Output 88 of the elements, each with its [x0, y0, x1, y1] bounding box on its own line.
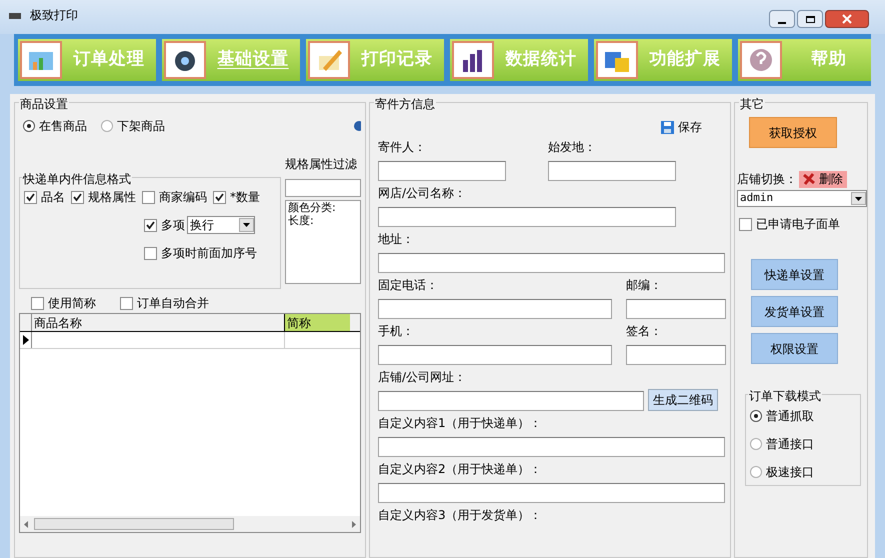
settings-button[interactable]: 发货单设置	[751, 296, 838, 327]
maximize-button[interactable]	[797, 10, 823, 28]
filter-text-area[interactable]: 颜色分类: 长度:	[285, 200, 361, 284]
field-label: 网店/公司名称：	[378, 185, 468, 202]
close-icon	[842, 14, 852, 24]
input-field[interactable]	[378, 207, 676, 227]
filter-label: 规格属性过滤	[285, 156, 358, 173]
check-icon	[26, 192, 35, 202]
window-title: 极致打印	[30, 7, 78, 24]
shop-switch-label: 店铺切换：	[737, 171, 797, 188]
radio-button[interactable]	[101, 120, 113, 132]
check-icon	[73, 192, 82, 202]
header-filler	[350, 314, 360, 331]
group-title: 订单下载模式	[748, 387, 822, 405]
checkbox-label: 品名	[41, 189, 65, 206]
checkbox[interactable]	[24, 190, 37, 204]
group-title: 快递单内件信息格式	[22, 170, 132, 188]
checkbox-label: 使用简称	[48, 295, 96, 312]
field-label: 自定义内容3（用于发货单）：	[378, 507, 542, 524]
checkbox[interactable]	[31, 296, 44, 310]
field-label: 始发地：	[548, 139, 597, 156]
checkbox-label: 多项	[161, 217, 185, 234]
checkbox-label: 多项时前面加序号	[161, 245, 257, 262]
checkbox-label: 规格属性	[88, 189, 136, 206]
input-field[interactable]	[378, 437, 725, 457]
input-field[interactable]	[626, 299, 726, 319]
close-button[interactable]	[825, 10, 869, 28]
shop-dropdown[interactable]: admin	[737, 190, 867, 207]
field-label: 签名：	[626, 323, 663, 340]
input-field[interactable]	[626, 345, 726, 365]
radio-label: 在售商品	[39, 118, 87, 135]
row-pointer-icon	[22, 335, 28, 345]
checkbox[interactable]	[71, 190, 84, 204]
field-label: 店铺/公司网址：	[378, 369, 468, 386]
horizontal-scrollbar[interactable]	[20, 516, 360, 532]
check-icon	[215, 192, 224, 202]
settings-button[interactable]: 权限设置	[751, 333, 838, 364]
field-label: 自定义内容2（用于快递单）：	[378, 461, 543, 478]
dropdown[interactable]: 换行	[187, 216, 255, 234]
checkbox-label: 已申请电子面单	[756, 216, 840, 233]
caret-icon	[243, 223, 250, 227]
minimize-button[interactable]	[769, 10, 795, 28]
group-title: 其它	[739, 95, 765, 113]
field-label: 手机：	[378, 323, 415, 340]
checkbox[interactable]	[120, 296, 133, 310]
radio-label: 下架商品	[117, 118, 165, 135]
group-title: 寄件方信息	[374, 95, 436, 113]
caret-icon	[855, 196, 862, 200]
radio-button[interactable]	[750, 466, 762, 478]
checkbox[interactable]	[213, 190, 226, 204]
input-field[interactable]	[378, 253, 725, 273]
get-license-button[interactable]: 获取授权	[749, 117, 837, 148]
scroll-right-icon[interactable]	[352, 520, 356, 528]
field-label: 寄件人：	[378, 139, 427, 156]
check-icon	[146, 220, 155, 230]
delete-icon	[803, 173, 815, 185]
field-label: 地址：	[378, 231, 415, 248]
radio-label: 普通接口	[766, 436, 814, 453]
settings-button[interactable]: 快递单设置	[751, 259, 838, 290]
field-label: 自定义内容1（用于快递单）：	[378, 415, 543, 432]
input-field[interactable]	[285, 179, 361, 197]
save-button[interactable]: 保存	[661, 117, 702, 137]
delete-button[interactable]: 删除	[799, 170, 847, 188]
checkbox[interactable]	[739, 218, 752, 230]
input-field[interactable]	[378, 299, 612, 319]
radio-button[interactable]	[23, 120, 35, 132]
checkbox-label: *数量	[230, 189, 260, 206]
radio-label: 普通抓取	[766, 408, 814, 425]
input-field[interactable]	[378, 345, 612, 365]
radio-label: 极速接口	[766, 464, 814, 481]
input-field[interactable]	[548, 161, 676, 181]
checkbox[interactable]	[142, 190, 155, 204]
scroll-left-icon[interactable]	[24, 520, 28, 528]
scrollbar-thumb[interactable]	[34, 518, 234, 530]
field-label: 邮编：	[626, 277, 663, 294]
checkbox-label: 订单自动合并	[137, 295, 209, 312]
radio-button[interactable]	[750, 410, 762, 422]
input-field[interactable]	[378, 161, 506, 181]
input-field[interactable]	[378, 391, 644, 411]
checkbox-label: 商家编码	[159, 189, 207, 206]
checkbox[interactable]	[144, 246, 157, 260]
field-label: 固定电话：	[378, 277, 439, 294]
checkbox[interactable]	[144, 218, 157, 232]
radio-button[interactable]	[750, 438, 762, 450]
generate-qr-button[interactable]: 生成二维码	[648, 389, 718, 411]
column-header[interactable]: 简称	[285, 314, 350, 331]
column-header[interactable]: 商品名称	[32, 314, 285, 331]
input-field[interactable]	[378, 483, 725, 503]
